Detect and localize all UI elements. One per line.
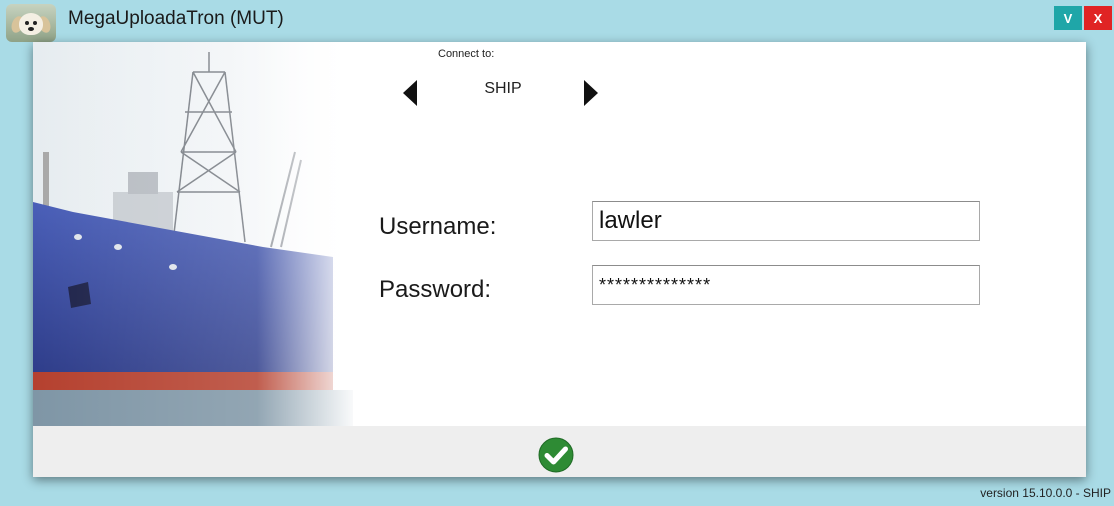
window-title: MegaUploadaTron (MUT) [68,8,284,29]
server-selector-value: SHIP [484,80,522,97]
dog-nose [28,27,34,31]
green-checkmark-icon [538,437,574,473]
password-input[interactable] [592,265,980,305]
drillship-illustration [33,42,353,426]
dialog-footer [33,426,1086,477]
connect-to-label: Connect to: [438,48,495,60]
triangle-right-icon[interactable] [584,80,598,106]
close-button[interactable]: X [1084,6,1112,30]
password-label: Password: [379,276,492,303]
dog-head [19,13,43,35]
triangle-left-icon[interactable] [403,80,417,106]
app-puppy-icon [6,4,56,42]
username-input[interactable] [592,201,980,241]
dog-eye-right [33,21,37,25]
submit-button[interactable] [538,437,574,473]
dog-eye-left [25,21,29,25]
minimize-button[interactable]: V [1054,6,1082,30]
version-label: version 15.10.0.0 - SHIP [980,486,1111,500]
login-dialog: Connect to: SHIP Username: Password: [33,42,1086,477]
ship-background-image [33,42,353,426]
username-label: Username: [379,213,497,240]
